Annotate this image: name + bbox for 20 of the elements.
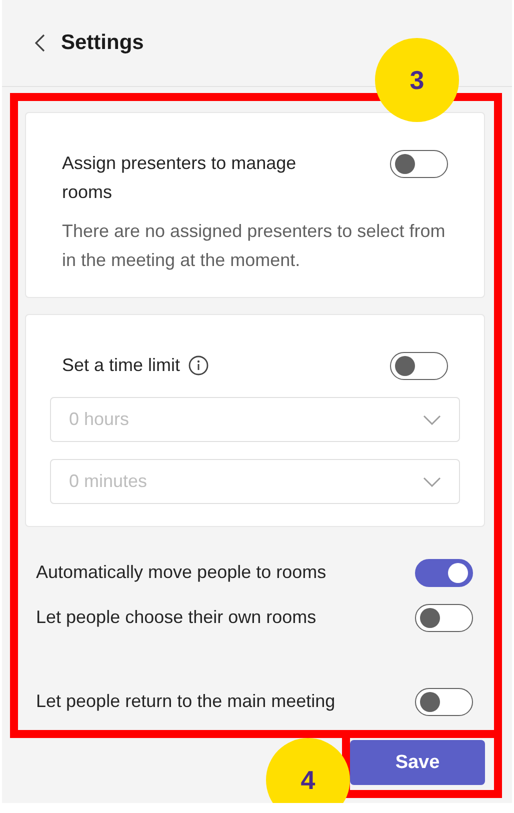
setting-label: Let people return to the main meeting <box>36 690 336 713</box>
back-icon[interactable] <box>35 34 45 52</box>
toggle-switch[interactable] <box>415 558 473 586</box>
chevron-down-icon <box>423 476 441 486</box>
setting-label: Assign presenters to manage rooms <box>62 152 298 204</box>
callout-badge: 3 <box>375 38 459 122</box>
save-button[interactable]: Save <box>350 740 485 785</box>
setting-description: There are no assigned presenters to select from in the meeting at the moment. <box>62 220 446 272</box>
dropdown-field[interactable]: 0 minutes <box>50 459 460 504</box>
setting-label: Set a time limit <box>62 354 180 377</box>
toggle-switch[interactable] <box>390 352 448 380</box>
dropdown-field[interactable]: 0 hours <box>50 397 460 442</box>
toggle-switch[interactable] <box>415 688 473 716</box>
setting-label: Automatically move people to rooms <box>36 560 326 584</box>
setting-label: Let people choose their own rooms <box>36 606 316 629</box>
panel-title: Settings <box>61 31 144 55</box>
callout-badge: 4 <box>266 738 350 803</box>
toggle-switch[interactable] <box>415 604 473 632</box>
toggle-switch[interactable] <box>390 150 448 178</box>
chevron-down-icon <box>423 414 441 424</box>
